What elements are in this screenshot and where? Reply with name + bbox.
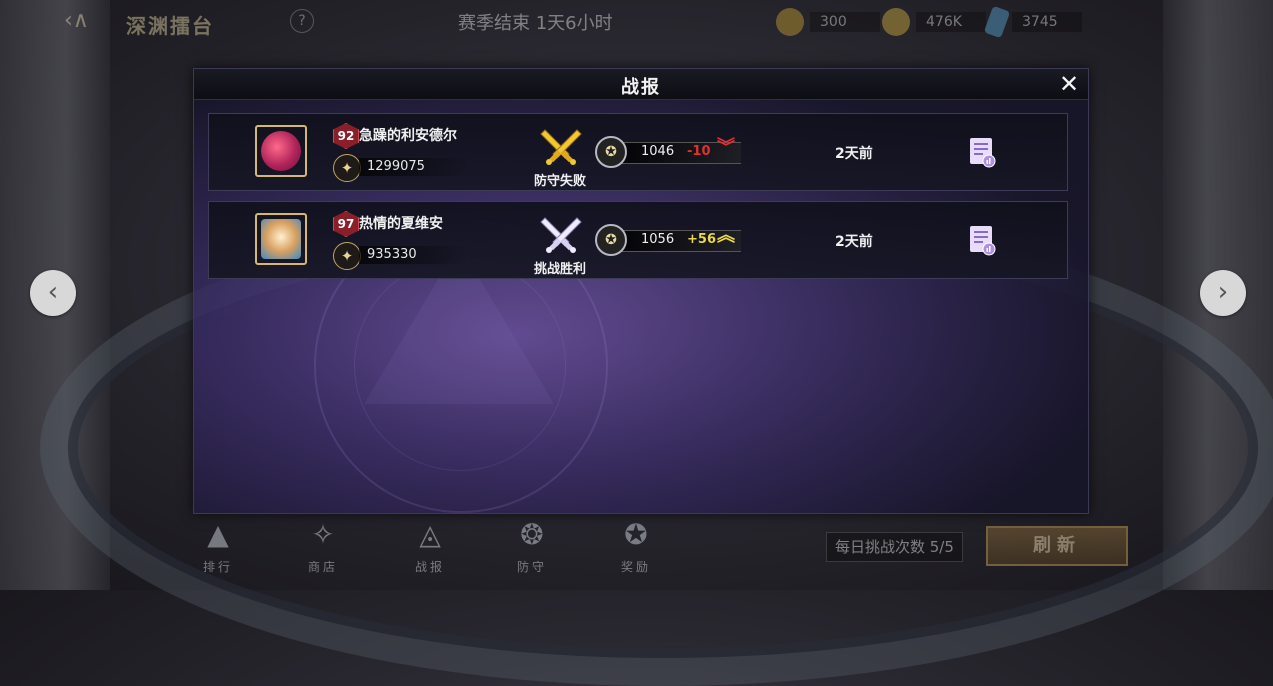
double-chevron-up-icon: ︽ [717,225,735,246]
crossed-swords-gold-icon [540,129,582,165]
currency-medals: 300 [776,8,880,36]
opponent-name: 急躁的利安德尔 [359,128,457,144]
red-berries-icon [261,131,301,171]
rank-change: +56 [687,232,716,247]
reward-icon: ✪ [624,518,648,551]
bottom-bar: ▲ 排行 ✧ 商店 ◬ 战报 ❂ 防守 ✪ 奖励 每日挑战次数 5/5 刷新 [0,512,1273,590]
tab-label: 商店 [307,560,338,574]
gold-coin-icon [882,8,910,36]
top-bar: ‹∧ 深渊擂台 ? 赛季结束 1天6小时 300 476K 3745 [0,0,1273,46]
report-row: 92 急躁的利安德尔 ✦ 1299075 防守失败 ✪ 1046 -10 ︾ 2… [208,113,1068,191]
rank-emblem-icon: ✪ [595,224,627,256]
power-value: 1299075 [367,159,425,174]
crossed-swords-silver-icon [540,217,582,253]
tab-defense[interactable]: ❂ 防守 [502,518,562,575]
back-button[interactable]: ‹∧ [64,8,89,33]
opponent-avatar[interactable] [255,213,307,265]
battle-result: 挑战胜利 [533,262,586,277]
golden-cup-icon [261,219,301,259]
power-icon: ✦ [333,154,361,182]
blue-crystal-icon [983,5,1011,39]
tab-label: 防守 [516,560,547,574]
replay-report-icon[interactable] [967,224,997,256]
level-badge: 92 [333,123,359,149]
power-value: 935330 [367,247,417,262]
double-chevron-down-icon: ︾ [717,137,735,158]
currency-crystal: 3745 [983,5,1082,39]
tab-label: 奖励 [620,560,651,574]
defense-icon: ❂ [520,518,544,551]
modal-header: 战报 ✕ [194,69,1088,100]
shop-icon: ✧ [311,518,335,551]
rank-value: 1056 [641,232,675,247]
tab-battle-report[interactable]: ◬ 战报 [400,518,460,575]
rank-change: -10 [687,144,711,159]
gold-medal-icon [776,8,804,36]
tab-shop[interactable]: ✧ 商店 [293,518,353,575]
next-arrow-button[interactable]: › [1200,270,1246,316]
daily-challenge-count: 每日挑战次数 5/5 [826,532,963,562]
opponent-avatar[interactable] [255,125,307,177]
rank-emblem-icon: ✪ [595,136,627,168]
tab-reward[interactable]: ✪ 奖励 [606,518,666,575]
tab-label: 战报 [414,560,445,574]
time-ago: 2天前 [835,234,873,250]
prev-arrow-button[interactable]: ‹ [30,270,76,316]
tab-ranking[interactable]: ▲ 排行 [188,518,248,575]
replay-report-icon[interactable] [967,136,997,168]
currency-gold: 476K [882,8,986,36]
battle-result: 防守失败 [533,174,586,189]
currency-value: 3745 [1012,12,1082,32]
power-icon: ✦ [333,242,361,270]
modal-title: 战报 [621,77,661,98]
time-ago: 2天前 [835,146,873,162]
level-badge: 97 [333,211,359,237]
rank-value: 1046 [641,144,675,159]
close-button[interactable]: ✕ [1056,71,1082,97]
tab-label: 排行 [202,560,233,574]
report-row: 97 热情的夏维安 ✦ 935330 挑战胜利 ✪ 1056 +56 ︽ 2天前 [208,201,1068,279]
help-button[interactable]: ? [290,9,314,33]
season-countdown: 赛季结束 1天6小时 [458,13,613,34]
battle-report-modal: 战报 ✕ 92 急躁的利安德尔 ✦ 1299075 防守失败 ✪ 1046 -1… [193,68,1089,514]
currency-value: 476K [916,12,986,32]
currency-value: 300 [810,12,880,32]
refresh-button[interactable]: 刷新 [986,526,1128,566]
opponent-name: 热情的夏维安 [359,216,443,232]
page-title: 深渊擂台 [126,14,214,38]
ranking-icon: ▲ [207,518,229,551]
battle-report-icon: ◬ [419,518,441,551]
